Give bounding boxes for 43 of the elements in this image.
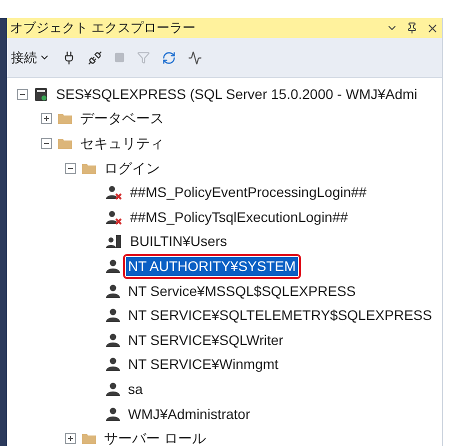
user-group-icon (106, 234, 122, 250)
folder-icon (82, 433, 96, 444)
refresh-icon[interactable] (162, 50, 176, 64)
tree-item[interactable]: ##MS_PolicyTsqlExecutionLogin## (128, 208, 350, 227)
activity-icon[interactable] (188, 50, 202, 64)
user-icon (106, 258, 120, 274)
tree-item[interactable]: WMJ¥Administrator (126, 404, 252, 424)
tree-item[interactable]: サーバー ロール (102, 429, 208, 446)
tree-item[interactable]: データベース (78, 109, 166, 128)
tree-item[interactable]: NT Service¥MSSQL$SQLEXPRESS (126, 282, 358, 301)
tree-item[interactable]: NT SERVICE¥SQLWriter (126, 330, 286, 350)
user-disabled-icon (106, 210, 122, 225)
panel-title: オブジェクト エクスプローラー (10, 19, 197, 38)
tree-item[interactable]: NT AUTHORITY¥SYSTEM (126, 256, 298, 276)
tree-item[interactable]: NT SERVICE¥Winmgmt (126, 355, 280, 374)
user-icon (106, 308, 120, 324)
close-icon[interactable] (426, 22, 439, 34)
tree-item[interactable]: SES¥SQLEXPRESS (SQL Server 15.0.2000 - WMJ¥Admi (54, 84, 420, 104)
tree-item[interactable]: ##MS_PolicyEventProcessingLogin## (128, 183, 369, 202)
connect-button[interactable]: 接続 (11, 48, 50, 68)
user-disabled-icon (106, 185, 122, 200)
collapse-icon[interactable] (17, 88, 28, 100)
tree-item[interactable]: BUILTIN¥Users (128, 232, 229, 252)
tree-item[interactable]: セキュリティ (78, 134, 166, 153)
user-icon (106, 284, 120, 299)
user-icon (106, 406, 120, 422)
expand-icon[interactable] (41, 113, 52, 124)
user-icon (106, 357, 120, 372)
folder-icon (58, 138, 72, 149)
collapse-icon[interactable] (65, 162, 76, 174)
server-icon (34, 86, 48, 102)
unplug-icon[interactable] (88, 50, 102, 64)
collapse-icon[interactable] (41, 138, 52, 149)
user-icon (106, 382, 120, 397)
expand-icon[interactable] (65, 433, 76, 444)
tree-item[interactable]: NT SERVICE¥SQLTELEMETRY$SQLEXPRESS (126, 306, 434, 326)
user-icon (106, 332, 120, 348)
tree-item[interactable]: sa (126, 380, 145, 399)
pin-icon[interactable] (406, 22, 418, 34)
tree-item[interactable]: ログイン (102, 158, 162, 178)
plug-icon[interactable] (62, 50, 76, 64)
folder-icon (82, 162, 96, 174)
folder-icon (58, 113, 72, 124)
